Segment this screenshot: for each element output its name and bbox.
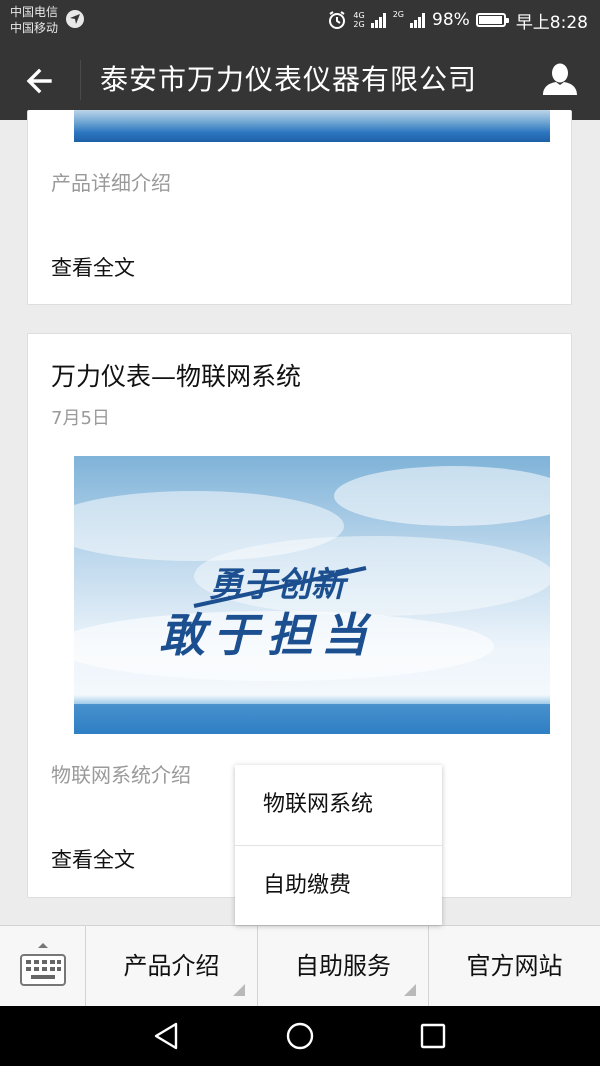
system-back-button[interactable] bbox=[136, 1016, 196, 1056]
submenu-indicator-icon bbox=[404, 984, 416, 996]
menu-item-label: 官方网站 bbox=[466, 952, 563, 980]
menu-item-self-service[interactable]: 自助服务 bbox=[258, 926, 429, 1006]
submenu-item-iot-system[interactable]: 物联网系统 bbox=[235, 765, 442, 845]
article-cover-image: 勇于创新 敢于担当 bbox=[74, 456, 550, 734]
carrier-1: 中国电信 bbox=[10, 5, 59, 19]
signal-1-icon bbox=[370, 13, 386, 28]
square-recents-icon bbox=[420, 1023, 446, 1049]
person-icon bbox=[543, 63, 577, 95]
menu-item-label: 产品介绍 bbox=[123, 952, 220, 980]
signal-2-icon bbox=[410, 13, 426, 28]
location-arrow-icon bbox=[66, 10, 84, 28]
article-description: 产品详细介绍 bbox=[51, 171, 171, 195]
arrow-left-icon bbox=[26, 68, 52, 94]
carrier-2: 中国移动 bbox=[10, 21, 59, 35]
read-more-link[interactable]: 查看全文 bbox=[51, 253, 135, 283]
carrier-names: 中国电信 中国移动 bbox=[10, 4, 58, 36]
keyboard-icon bbox=[20, 943, 66, 986]
profile-button[interactable] bbox=[538, 58, 582, 102]
status-bar: 中国电信 中国移动 4G 2G 2G 98% 早上8:28 bbox=[0, 0, 600, 40]
bottom-menu-bar: 产品介绍 自助服务 官方网站 bbox=[0, 925, 600, 1006]
page-title: 泰安市万力仪表仪器有限公司 bbox=[100, 63, 478, 96]
submenu-item-self-payment[interactable]: 自助缴费 bbox=[235, 845, 442, 925]
clock: 早上8:28 bbox=[515, 12, 588, 33]
article-description: 物联网系统介绍 bbox=[51, 763, 191, 787]
article-date: 7月5日 bbox=[51, 408, 110, 429]
battery-percent: 98% bbox=[432, 10, 470, 30]
menu-item-product-intro[interactable]: 产品介绍 bbox=[86, 926, 258, 1006]
article-cover-image bbox=[74, 110, 550, 142]
menu-item-official-site[interactable]: 官方网站 bbox=[429, 926, 600, 1006]
submenu-popup: 物联网系统 自助缴费 bbox=[235, 765, 442, 925]
cover-slogan-2: 敢于担当 bbox=[159, 608, 375, 662]
battery-icon bbox=[475, 13, 509, 27]
circle-home-icon bbox=[286, 1022, 314, 1050]
alarm-icon bbox=[329, 11, 346, 29]
system-nav-bar bbox=[0, 1006, 600, 1066]
network-type-1: 4G 2G bbox=[353, 11, 365, 29]
menu-item-label: 自助服务 bbox=[295, 952, 391, 980]
submenu-indicator-icon bbox=[233, 984, 245, 996]
app-header: 泰安市万力仪表仪器有限公司 bbox=[0, 40, 600, 120]
system-home-button[interactable] bbox=[270, 1016, 330, 1056]
status-indicators: 4G 2G 2G 98% 早上8:28 bbox=[327, 8, 588, 33]
network-type-2: 2G bbox=[392, 10, 405, 19]
article-title: 万力仪表—物联网系统 bbox=[51, 362, 302, 391]
cover-slogan-1: 勇于创新 bbox=[209, 565, 350, 605]
header-divider bbox=[80, 60, 81, 100]
read-more-link[interactable]: 查看全文 bbox=[51, 845, 135, 875]
article-card[interactable]: 产品详细介绍 查看全文 bbox=[27, 110, 572, 305]
system-recents-button[interactable] bbox=[403, 1016, 463, 1056]
back-button[interactable] bbox=[20, 60, 62, 102]
keyboard-toggle-button[interactable] bbox=[0, 926, 86, 1006]
triangle-back-icon bbox=[154, 1022, 178, 1050]
